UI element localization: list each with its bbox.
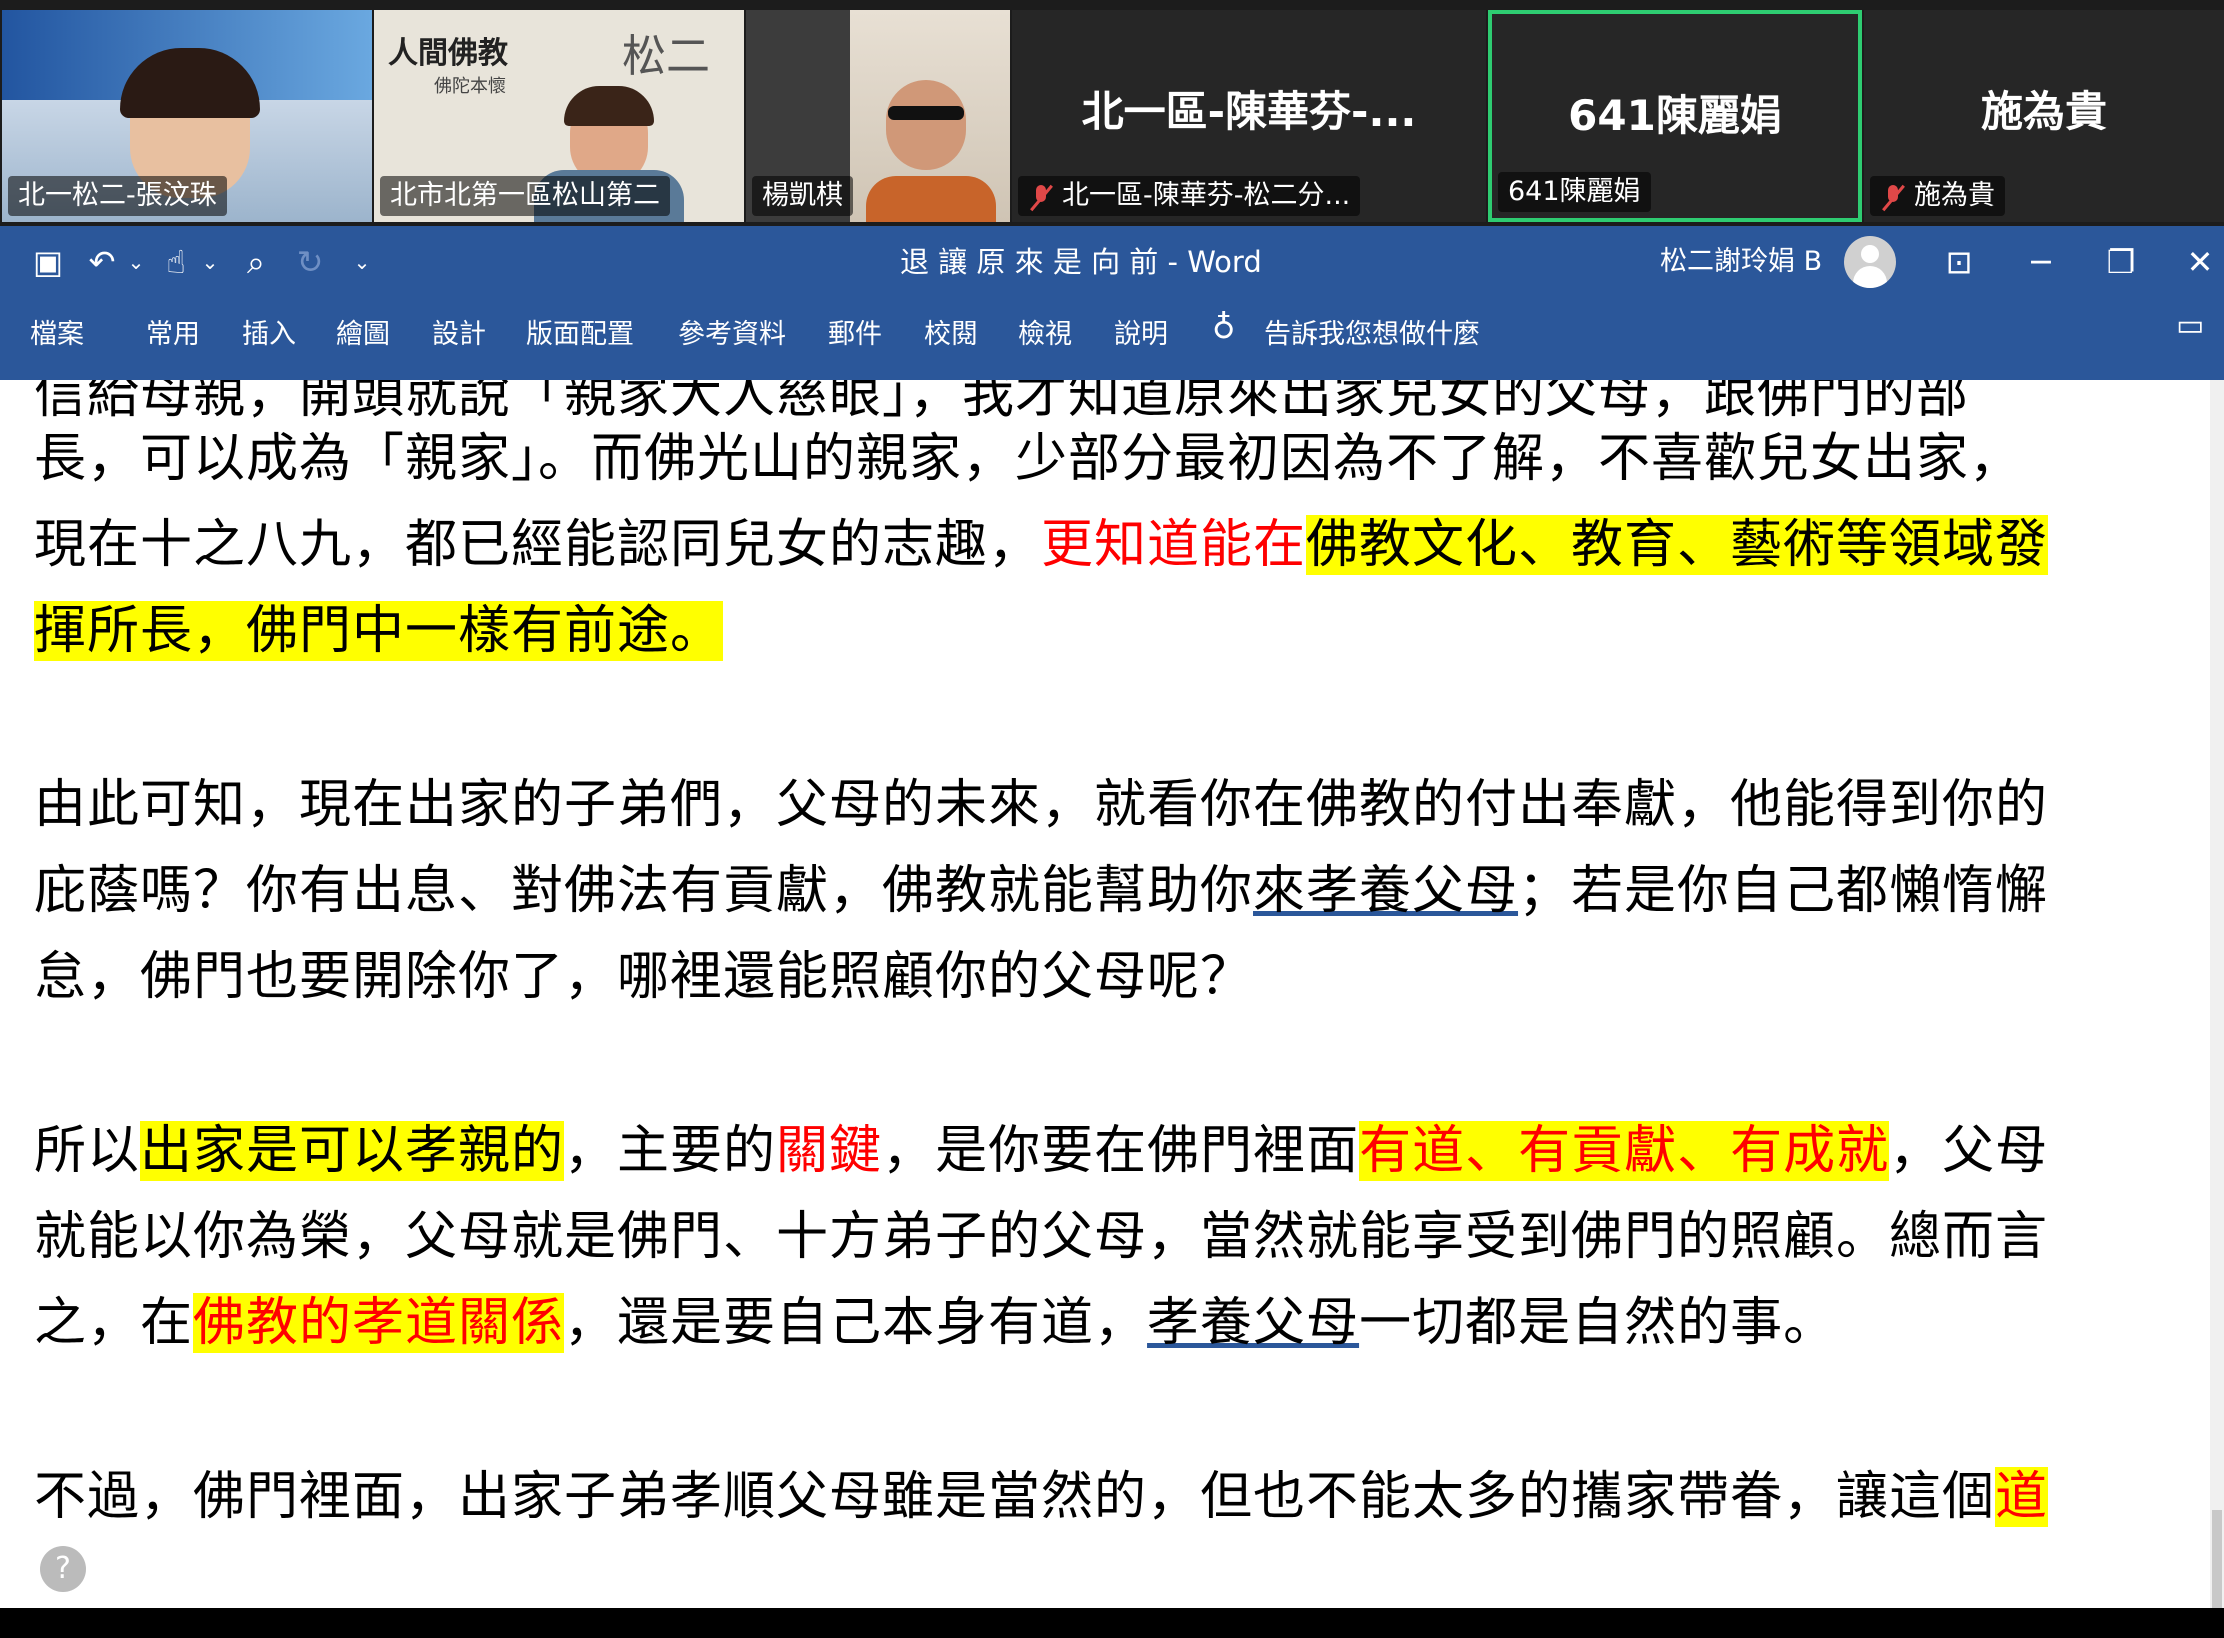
participant-display-name: 641陳麗娟 — [1568, 91, 1782, 140]
mic-muted-icon — [1880, 184, 1906, 210]
red-highlighted-text-run: 有道、有貢獻、有成就 — [1359, 1121, 1890, 1181]
doc-line-10: 不過，佛門裡面，出家子弟孝順父母雖是當然的，但也不能太多的攜家帶眷，讓這個道 — [34, 1454, 2049, 1540]
participant-tile-1[interactable]: 北一松二-張汶珠 — [2, 10, 372, 222]
tab-design[interactable]: 設計 — [432, 312, 486, 351]
tab-review[interactable]: 校閱 — [924, 312, 978, 351]
doc-line-8: 就能以你為榮，父母就是佛門、十方弟子的父母，當然就能享受到佛門的照顧。總而言 — [34, 1207, 2049, 1267]
red-text-run: 更知道能在 — [1041, 515, 1307, 575]
participant-tile-4[interactable]: 北一區-陳華芬-... 北一區-陳華芬-松二分... — [1012, 10, 1486, 222]
save-icon[interactable]: ▣ — [28, 226, 68, 298]
text-run: 所以 — [34, 1121, 141, 1181]
undo-dropdown-icon[interactable]: ⌄ — [124, 226, 148, 298]
doc-line-9: 之，在佛教的孝道關係，還是要自己本身有道，孝養父母一切都是自然的事。 — [34, 1280, 1836, 1366]
vertical-scrollbar[interactable] — [2210, 380, 2224, 1630]
document-page[interactable]: 信給母親，開頭就說「親家大人慈眼」，我才知道原來出家兒女的父母，跟佛門的部 長，… — [0, 380, 2210, 1608]
participant-name: 楊凱棋 — [752, 176, 853, 216]
doc-line-2: 現在十之八九，都已經能認同兒女的志趣，更知道能在佛教文化、教育、藝術等領域發 — [34, 502, 2049, 588]
participant-display-name: 施為貴 — [1980, 87, 2107, 136]
user-name: 松二謝玲娟 B — [1660, 246, 1823, 277]
text-run: 一切都是自然的事。 — [1359, 1293, 1837, 1353]
person-body — [866, 176, 996, 222]
doc-line-6: 怠，佛門也要開除你了，哪裡還能照顧你的父母呢？ — [34, 947, 1254, 1007]
tab-view[interactable]: 檢視 — [1018, 312, 1072, 351]
red-highlighted-text-run: 佛教的孝道關係 — [193, 1293, 565, 1353]
red-highlighted-text-run: 道 — [1995, 1467, 2049, 1527]
tab-home[interactable]: 常用 — [146, 312, 200, 351]
text-run: ，還是要自己本身有道， — [564, 1293, 1148, 1353]
doc-line-1: 長，可以成為「親家」。而佛光山的親家，少部分最初因為不了解，不喜歡兒女出家， — [34, 429, 2023, 489]
participant-name: 北一區-陳華芬-松二分... — [1062, 180, 1351, 211]
comments-icon[interactable]: ▭ — [2176, 308, 2204, 343]
participant-name: 北市北第一區松山第二 — [380, 176, 670, 216]
ribbon-display-icon[interactable]: ⊡ — [1934, 226, 1984, 298]
search-icon[interactable]: ⌕ — [236, 226, 276, 298]
tab-layout[interactable]: 版面配置 — [526, 312, 634, 351]
text-run: 現在十之八九，都已經能認同兒女的志趣， — [34, 515, 1042, 575]
participant-name: 641陳麗娟 — [1498, 172, 1651, 212]
participant-name: 施為貴 — [1914, 180, 1995, 211]
tab-insert[interactable]: 插入 — [242, 312, 296, 351]
close-icon[interactable]: ✕ — [2176, 226, 2224, 298]
customize-toolbar-icon[interactable]: ⌄ — [350, 226, 374, 298]
participant-tile-3[interactable]: 楊凱棋 — [746, 10, 1010, 222]
participant-name-label: 施為貴 — [1870, 176, 2005, 216]
redo-icon[interactable]: ↻ — [290, 226, 330, 298]
undo-icon[interactable]: ↶ — [82, 226, 122, 298]
tab-mailings[interactable]: 郵件 — [828, 312, 882, 351]
lightbulb-icon: ♁ — [1212, 308, 1236, 346]
tab-file[interactable]: 檔案 — [30, 312, 84, 351]
person-face — [886, 80, 966, 170]
title-bar: ▣ ↶ ⌄ ☝ ⌄ ⌕ ↻ ⌄ 退 讓 原 來 是 向 前 - Word 松二謝… — [0, 226, 2224, 298]
word-window: ▣ ↶ ⌄ ☝ ⌄ ⌕ ↻ ⌄ 退 讓 原 來 是 向 前 - Word 松二謝… — [0, 226, 2224, 1630]
glasses-icon — [888, 106, 964, 120]
tab-help[interactable]: 說明 — [1114, 312, 1168, 351]
text-run: 之，在 — [34, 1293, 194, 1353]
participant-tile-2[interactable]: 人間佛教 佛陀本懷 松二 北市北第一區松山第二 — [374, 10, 744, 222]
participant-name-label: 北一區-陳華芬-松二分... — [1018, 176, 1361, 216]
doc-line-3: 揮所長，佛門中一樣有前途。 — [34, 588, 724, 674]
underlined-text-run: 來孝養父母 — [1253, 861, 1519, 921]
mic-muted-icon — [1028, 184, 1054, 210]
participant-display-name: 北一區-陳華芬-... — [1081, 87, 1417, 136]
ribbon-tabs: 檔案 常用 插入 繪圖 設計 版面配置 參考資料 郵件 校閱 檢視 說明 ♁ 告… — [0, 298, 2224, 380]
highlighted-text-run: 佛教文化、教育、藝術等領域發 — [1306, 515, 2049, 575]
doc-line-4: 由此可知，現在出家的子弟們，父母的未來，就看你在佛教的付出奉獻，他能得到你的 — [34, 775, 2049, 835]
document-title: 退 讓 原 來 是 向 前 - Word — [900, 245, 1262, 279]
avatar-head — [1861, 245, 1879, 263]
touch-dropdown-icon[interactable]: ⌄ — [198, 226, 222, 298]
text-run: 庇蔭嗎？你有出息、對佛法有貢獻，佛教就能幫助你 — [34, 861, 1254, 921]
tab-references[interactable]: 參考資料 — [678, 312, 786, 351]
tell-me-search[interactable]: 告訴我您想做什麼 — [1264, 312, 1480, 351]
user-avatar[interactable] — [1844, 236, 1896, 288]
participant-tile-5-active-speaker[interactable]: 641陳麗娟 641陳麗娟 — [1488, 10, 1862, 222]
avatar-body — [1853, 266, 1887, 288]
text-run: ；若是你自己都懶惰懈 — [1518, 861, 2049, 921]
help-circle-icon[interactable]: ? — [40, 1546, 86, 1592]
highlighted-text-run: 揮所長，佛門中一樣有前途。 — [34, 601, 724, 661]
tab-draw[interactable]: 繪圖 — [336, 312, 390, 351]
red-text-run: 關鍵 — [776, 1121, 883, 1181]
doc-line-7: 所以出家是可以孝親的，主要的關鍵，是你要在佛門裡面有道、有貢獻、有成就，父母 — [34, 1108, 2048, 1194]
person-hair — [564, 86, 654, 126]
restore-icon[interactable]: ❐ — [2096, 226, 2146, 298]
text-run: 不過，佛門裡面，出家子弟孝順父母雖是當然的，但也不能太多的攜家帶眷，讓這個 — [34, 1467, 1996, 1527]
highlighted-text-run: 出家是可以孝親的 — [140, 1121, 565, 1181]
text-run: ，主要的 — [564, 1121, 777, 1181]
poster-title: 人間佛教 — [388, 36, 508, 71]
doc-line-5: 庇蔭嗎？你有出息、對佛法有貢獻，佛教就能幫助你來孝養父母；若是你自己都懶惰懈 — [34, 848, 2048, 934]
poster-heading: 松二 — [622, 31, 710, 82]
underlined-text-run: 孝養父母 — [1147, 1293, 1360, 1353]
participant-strip: 北一松二-張汶珠 人間佛教 佛陀本懷 松二 北市北第一區松山第二 楊凱棋 北一區… — [0, 0, 2224, 226]
touch-mode-icon[interactable]: ☝ — [156, 226, 196, 298]
poster-subtitle: 佛陀本懷 — [434, 76, 506, 97]
participant-name: 北一松二-張汶珠 — [8, 176, 227, 216]
text-run: ，父母 — [1889, 1121, 2049, 1181]
minimize-icon[interactable]: ─ — [2016, 226, 2066, 298]
participant-tile-6[interactable]: 施為貴 施為貴 — [1864, 10, 2224, 222]
bottom-bar — [0, 1608, 2224, 1638]
text-run: ，是你要在佛門裡面 — [882, 1121, 1360, 1181]
